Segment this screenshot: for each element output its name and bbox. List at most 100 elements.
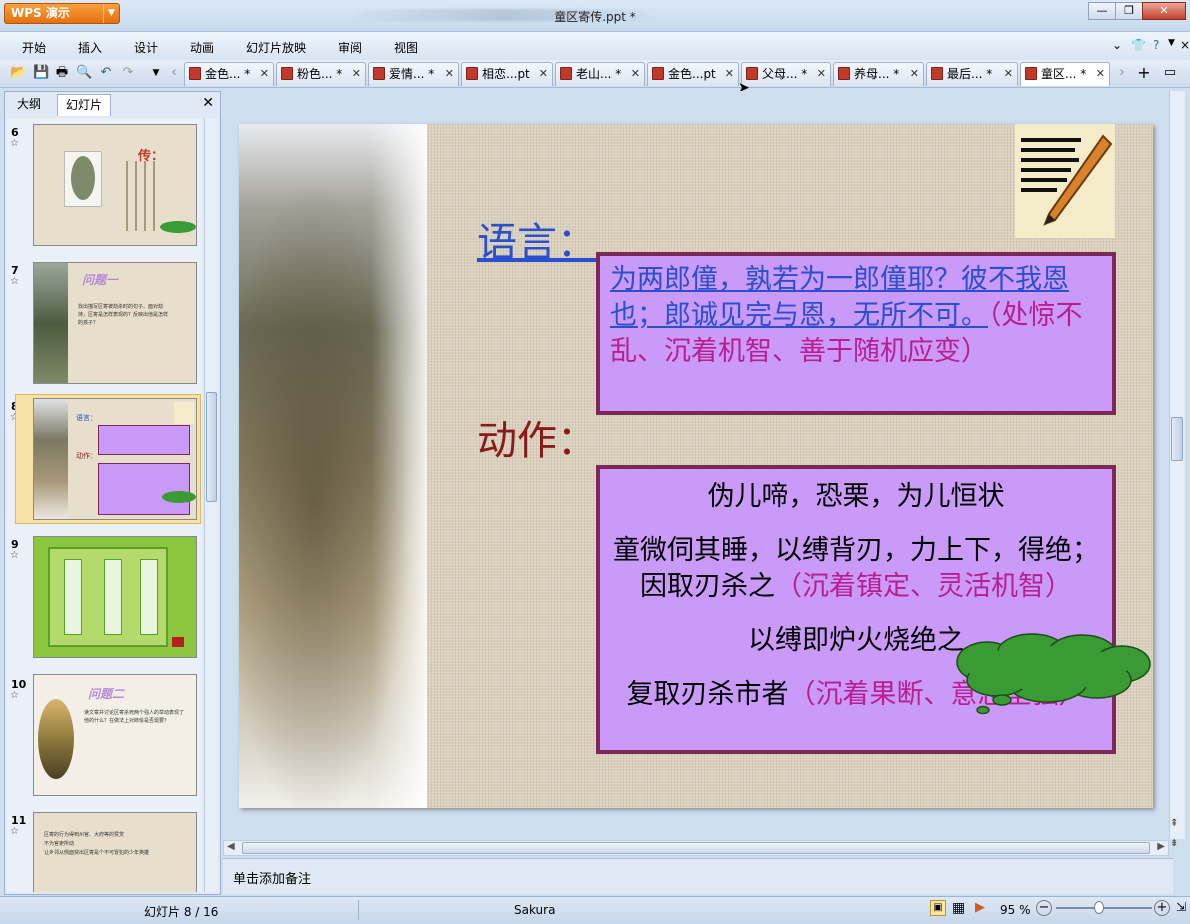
ppt-file-icon xyxy=(838,67,850,80)
doc-tab-5[interactable]: 老山... * ✕ xyxy=(555,62,645,86)
print-preview-icon[interactable]: 🔍 xyxy=(76,65,92,81)
save-icon[interactable]: 💾 xyxy=(33,65,49,81)
slide-sorter-icon[interactable]: ▦ xyxy=(952,900,965,916)
scrollbar-thumb[interactable] xyxy=(206,392,217,502)
menu-review[interactable]: 审阅 xyxy=(338,39,362,56)
thumbnail-list: 6 ☆ 传： 7 ☆ 问题一 找出描写区寄被劫杀时的句子。面对劫持，区寄是怎样表… xyxy=(7,118,202,892)
slide-thumb-9[interactable] xyxy=(33,536,197,658)
redo-icon[interactable]: ↷ xyxy=(120,65,136,81)
collapse-ribbon-icon[interactable]: ⌄ xyxy=(1112,38,1122,52)
doc-tab-1[interactable]: 金色... * ✕ xyxy=(184,62,274,86)
menu-home[interactable]: 开始 xyxy=(22,39,46,56)
speech-box[interactable]: 为两郎僮，孰若为一郎僮耶？彼不我恩也；郎诚见完与恩，无所不可。（处惊不乱、沉着机… xyxy=(596,252,1116,415)
slideshow-icon[interactable]: ▶ xyxy=(975,900,985,915)
doc-tab-4[interactable]: 相恋...pt ✕ xyxy=(461,62,553,86)
tab-outline[interactable]: 大纲 xyxy=(9,94,49,116)
close-tab-icon[interactable]: ✕ xyxy=(260,63,269,85)
thumb-action-box xyxy=(98,463,190,515)
slide-thumb-8[interactable]: 语言： 动作： xyxy=(33,398,197,520)
fit-window-icon[interactable]: ⇲ xyxy=(1176,900,1186,914)
slide-thumb-7[interactable]: 问题一 找出描写区寄被劫杀时的句子。面对劫持，区寄是怎样表现的？反映出他是怎样的… xyxy=(33,262,197,384)
notes-pane[interactable]: 单击添加备注 xyxy=(223,858,1173,894)
doc-tab-7[interactable]: 父母... * ✕ xyxy=(741,62,831,86)
new-tab-icon[interactable]: + xyxy=(1136,65,1152,81)
ppt-file-icon xyxy=(466,67,478,80)
ppt-file-icon xyxy=(1025,67,1037,80)
close-window-button[interactable]: ✕ xyxy=(1142,2,1186,20)
menu-insert[interactable]: 插入 xyxy=(78,39,102,56)
thumb-title: 问题二 xyxy=(88,687,125,701)
print-icon[interactable]: 🖶 xyxy=(54,65,70,81)
thumbnail-scrollbar[interactable] xyxy=(204,118,218,892)
animation-star-icon: ☆ xyxy=(10,138,19,149)
zoom-out-icon[interactable]: − xyxy=(1036,900,1052,916)
slide-thumb-10[interactable]: 问题二 读文章并讨论区寄杀死两个强人的举动表现了他的什么？在做法上对郎侩是否需要… xyxy=(33,674,197,796)
menu-view[interactable]: 视图 xyxy=(394,39,418,56)
doc-tab-active[interactable]: 童区... * ✕ xyxy=(1020,62,1110,86)
close-tab-icon[interactable]: ✕ xyxy=(539,63,548,85)
slide-canvas[interactable]: 语言： 为两郎僮，孰若为一郎僮耶？彼不我恩也；郎诚见完与恩，无所不可。（处惊不乱… xyxy=(239,124,1153,808)
close-tab-icon[interactable]: ✕ xyxy=(817,63,826,85)
menu-bar: 开始 插入 设计 动画 幻灯片放映 审阅 视图 ⌄ 👕 ? ▼ × xyxy=(0,32,1190,60)
tabs-scroll-right-icon[interactable]: › xyxy=(1114,65,1130,81)
doc-tab-6[interactable]: 金色...pt ✕ xyxy=(647,62,739,86)
doc-tab-2[interactable]: 粉色... * ✕ xyxy=(276,62,366,86)
menu-animation[interactable]: 动画 xyxy=(190,39,214,56)
menu-design[interactable]: 设计 xyxy=(134,39,158,56)
help-icon[interactable]: ? xyxy=(1153,38,1159,52)
close-tab-icon[interactable]: ✕ xyxy=(910,63,919,85)
tab-list-icon[interactable]: ▭ xyxy=(1162,65,1178,81)
doc-tab-8[interactable]: 养母... * ✕ xyxy=(833,62,924,86)
scroll-left-icon[interactable]: ◀ xyxy=(227,841,235,852)
open-folder-icon[interactable]: 📂 xyxy=(10,65,26,81)
ppt-file-icon xyxy=(373,67,385,80)
undo-icon[interactable]: ↶ xyxy=(98,65,114,81)
scrollbar-thumb[interactable] xyxy=(1171,417,1183,461)
ppt-file-icon xyxy=(931,67,943,80)
tab-slides[interactable]: 幻灯片 xyxy=(57,94,112,116)
help-dropdown-icon[interactable]: ▼ xyxy=(1168,38,1175,48)
restore-button[interactable]: ❐ xyxy=(1115,2,1143,20)
menu-slideshow[interactable]: 幻灯片放映 xyxy=(246,39,306,56)
ppt-file-icon xyxy=(560,67,572,80)
close-tab-icon[interactable]: ✕ xyxy=(1096,63,1105,85)
close-tab-icon[interactable]: ✕ xyxy=(725,63,734,85)
thumb-cloud xyxy=(160,221,196,233)
animation-star-icon: ☆ xyxy=(10,690,19,701)
scroll-down-double-icon[interactable]: ⇟ xyxy=(1170,838,1178,849)
toolbar-dropdown-icon[interactable]: ▼ xyxy=(148,65,164,81)
minimize-button[interactable]: — xyxy=(1088,2,1116,20)
zoom-slider-track[interactable] xyxy=(1056,907,1152,909)
mountain-image xyxy=(239,124,427,808)
thumb-scroll xyxy=(104,559,122,635)
normal-view-icon[interactable]: ▣ xyxy=(930,900,946,916)
scrollbar-thumb[interactable] xyxy=(242,842,1150,854)
doc-tab-9[interactable]: 最后... * ✕ xyxy=(926,62,1018,86)
options-icon[interactable]: × xyxy=(1180,38,1190,52)
scroll-up-double-icon[interactable]: ⇞ xyxy=(1170,818,1178,829)
thumb-image xyxy=(38,699,74,779)
close-tab-icon[interactable]: ✕ xyxy=(352,63,361,85)
doc-tab-3[interactable]: 爱情... * ✕ xyxy=(368,62,459,86)
close-tab-icon[interactable]: ✕ xyxy=(631,63,640,85)
thumb-title: 问题一 xyxy=(82,273,119,287)
close-tab-icon[interactable]: ✕ xyxy=(445,63,454,85)
tabs-scroll-left-icon[interactable]: ‹ xyxy=(166,65,182,81)
zoom-in-icon[interactable]: + xyxy=(1154,900,1170,916)
ppt-file-icon xyxy=(652,67,664,80)
slide-thumb-6[interactable]: 传： xyxy=(33,124,197,246)
theme-name: Sakura xyxy=(514,903,556,917)
status-bar: 幻灯片 8 / 16 Sakura ▣ ▦ ▶ 95 % − + ⇲ xyxy=(0,896,1190,924)
thought-cloud[interactable] xyxy=(947,632,1157,721)
editor-hscroll[interactable]: ◀ ▶ xyxy=(223,840,1169,856)
pen-paper-image xyxy=(1015,124,1115,238)
slides-panel: 大纲 幻灯片 ✕ 6 ☆ 传： 7 ☆ 问题一 找出描写区寄被劫杀时的句子。面对… xyxy=(4,91,221,895)
scroll-right-icon[interactable]: ▶ xyxy=(1157,841,1165,852)
close-panel-icon[interactable]: ✕ xyxy=(202,95,214,111)
slide-thumb-11[interactable]: 区寄的行为得到州官、大府等的赞赏 不为官吏所动 让乡邻从侧面突出区寄是个不可冒犯… xyxy=(33,812,197,892)
zoom-slider-handle[interactable] xyxy=(1094,901,1104,914)
skin-icon[interactable]: 👕 xyxy=(1131,38,1146,52)
close-tab-icon[interactable]: ✕ xyxy=(1004,63,1013,85)
toolbar: 📂 💾 🖶 🔍 ↶ ↷ ▼ ‹ 金色... * ✕ 粉色... * ✕ 爱情... … xyxy=(0,60,1190,88)
editor-vscroll[interactable] xyxy=(1169,91,1185,839)
